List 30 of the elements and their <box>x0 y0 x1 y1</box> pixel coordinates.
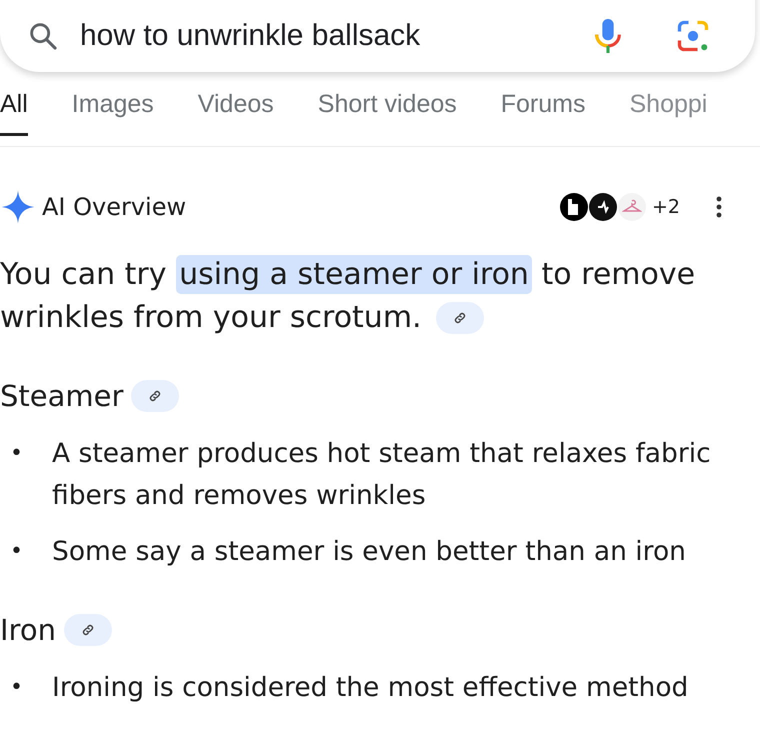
more-sources-count[interactable]: +2 <box>652 196 680 218</box>
link-button[interactable] <box>64 614 112 646</box>
source-logo-icon[interactable] <box>588 193 617 221</box>
bullet-marker: • <box>9 674 24 702</box>
tab[interactable]: Shoppi <box>629 82 708 136</box>
search-bar[interactable]: how to unwrinkle ballsack <box>0 0 755 72</box>
camera-lens-icon[interactable] <box>675 18 711 54</box>
bullet-text: Ironing is considered the most effective method <box>52 671 690 705</box>
bullet-text: A steamer produces hot steam that relaxes fabric fibers and removes wrinkles <box>52 437 712 513</box>
tab[interactable]: All <box>0 82 28 136</box>
sparkle-icon <box>0 189 36 225</box>
tab[interactable]: Videos <box>198 82 274 136</box>
section-heading: Steamer <box>0 379 124 413</box>
summary-text: You can try using a steamer or iron to remove wrinkles from your scrotum. <box>0 254 696 337</box>
bullet-marker: • <box>9 440 24 468</box>
source-logo-icon[interactable] <box>560 193 588 221</box>
section-heading: Iron <box>0 613 56 647</box>
search-query[interactable]: how to unwrinkle ballsack <box>80 5 571 53</box>
bullet-marker: • <box>9 538 24 566</box>
link-button[interactable] <box>131 380 180 412</box>
link-icon <box>452 310 467 324</box>
link-icon <box>148 389 162 403</box>
more-options-icon[interactable] <box>716 195 722 219</box>
bullet-text: Some say a steamer is even better than an iron <box>52 535 687 569</box>
ai-overview-title: AI Overview <box>42 193 188 221</box>
link-button[interactable] <box>436 302 484 334</box>
tab[interactable]: Images <box>72 82 154 136</box>
tab[interactable]: Short videos <box>318 82 457 136</box>
tab[interactable]: Forums <box>500 82 586 136</box>
link-icon <box>80 623 95 637</box>
